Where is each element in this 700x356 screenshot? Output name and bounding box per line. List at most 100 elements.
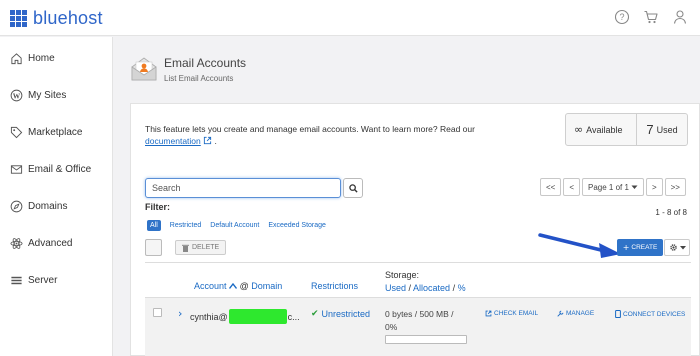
- sidebar-item-my-sites[interactable]: W My Sites: [0, 80, 113, 110]
- envelope-icon: [10, 164, 23, 174]
- storage-percent: 0%: [385, 322, 398, 332]
- used-label: Used: [656, 124, 678, 135]
- external-link-icon: [485, 310, 492, 317]
- check-icon: ✔: [311, 309, 319, 319]
- email-accounts-panel: This feature lets you create and manage …: [130, 103, 700, 356]
- expand-row-icon[interactable]: ›: [178, 307, 182, 320]
- table-row: › cynthia@ c... ✔ Unrestricted 0 bytes /…: [145, 297, 691, 356]
- result-count: 1 - 8 of 8: [655, 208, 687, 217]
- compass-icon: [10, 200, 23, 212]
- sidebar-item-label: Email & Office: [28, 163, 92, 175]
- sidebar-item-label: My Sites: [28, 89, 67, 101]
- sort-up-icon[interactable]: [228, 282, 238, 289]
- search-input[interactable]: [145, 178, 341, 198]
- gear-icon: [669, 244, 677, 251]
- external-link-icon[interactable]: [203, 136, 212, 145]
- last-page-button[interactable]: >>: [664, 178, 686, 196]
- sidebar-item-label: Marketplace: [28, 126, 83, 138]
- sidebar-item-label: Domains: [28, 200, 68, 212]
- usage-summary: ∞ Available 7 Used: [565, 113, 688, 146]
- search-icon: [348, 183, 358, 193]
- pagination: << < Page 1 of 1 > >>: [540, 178, 686, 196]
- help-icon[interactable]: ?: [614, 9, 630, 25]
- sidebar-item-domains[interactable]: Domains: [0, 191, 113, 221]
- logo-text: bluehost: [33, 8, 103, 28]
- filter-options: All Restricted Default Account Exceeded …: [147, 220, 326, 231]
- plus-icon: +: [622, 243, 630, 252]
- connect-devices-button[interactable]: CONNECT DEVICES: [615, 310, 685, 318]
- table-header: Account @ Domain Restrictions Storage: U…: [145, 262, 691, 298]
- percent-sort-link[interactable]: %: [458, 283, 466, 293]
- sidebar-item-label: Server: [28, 274, 58, 286]
- home-icon: [11, 52, 22, 64]
- trash-icon: [182, 244, 189, 252]
- top-bar: bluehost ?: [0, 0, 700, 36]
- documentation-link[interactable]: documentation: [145, 136, 201, 146]
- select-all-checkbox[interactable]: [145, 239, 162, 256]
- first-page-button[interactable]: <<: [540, 178, 562, 196]
- svg-text:W: W: [13, 91, 21, 100]
- next-page-button[interactable]: >: [645, 178, 663, 196]
- settings-dropdown-button[interactable]: [664, 239, 690, 256]
- page-select[interactable]: Page 1 of 1: [582, 178, 644, 196]
- sidebar-item-email-office[interactable]: Email & Office: [0, 154, 113, 184]
- available-count: ∞ Available: [566, 114, 637, 145]
- used-count: 7 Used: [637, 122, 687, 137]
- pointer-arrow-icon: [538, 233, 621, 258]
- row-checkbox[interactable]: [153, 308, 162, 317]
- email-prefix: cynthia@: [190, 311, 228, 322]
- create-button[interactable]: + CREATE: [617, 239, 663, 256]
- server-icon: [11, 276, 22, 284]
- redacted-domain: [228, 309, 287, 324]
- sidebar-item-server[interactable]: Server: [0, 265, 113, 295]
- search-button[interactable]: [343, 178, 363, 198]
- check-email-button[interactable]: CHECK EMAIL: [485, 310, 538, 317]
- restriction-label: Unrestricted: [321, 309, 371, 319]
- svg-text:?: ?: [619, 12, 624, 22]
- delete-label: DELETE: [192, 244, 220, 251]
- user-icon[interactable]: [672, 9, 688, 25]
- filter-label: Filter:: [145, 202, 171, 212]
- description-period: .: [214, 136, 217, 146]
- cart-icon[interactable]: [643, 9, 659, 25]
- filter-restricted[interactable]: Restricted: [170, 222, 202, 229]
- domain-header[interactable]: Domain: [251, 281, 282, 291]
- page-title: Email Accounts: [164, 55, 247, 70]
- email-suffix: c...: [287, 311, 300, 322]
- storage-label: Storage:: [385, 270, 420, 280]
- page-header: Email Accounts List Email Accounts: [130, 55, 246, 83]
- connect-devices-label: CONNECT DEVICES: [623, 310, 686, 318]
- tag-icon: [10, 126, 23, 138]
- sidebar-item-advanced[interactable]: Advanced: [0, 228, 113, 258]
- feature-description: This feature lets you create and manage …: [145, 123, 515, 147]
- restrictions-header[interactable]: Restrictions: [311, 281, 358, 291]
- account-header[interactable]: Account: [194, 281, 227, 291]
- account-email: cynthia@ c...: [190, 309, 300, 324]
- delete-button[interactable]: DELETE: [175, 240, 227, 255]
- sidebar-item-marketplace[interactable]: Marketplace: [0, 117, 113, 147]
- manage-button[interactable]: MANAGE: [557, 310, 594, 317]
- mobile-phone-icon: [615, 310, 621, 318]
- used-number: 7: [646, 122, 654, 137]
- storage-progress-bar: [385, 335, 467, 344]
- storage-usage: 0 bytes / 500 MB / 0%: [385, 308, 454, 334]
- restriction-status[interactable]: ✔ Unrestricted: [311, 309, 370, 319]
- filter-default-account[interactable]: Default Account: [210, 222, 259, 229]
- filter-exceeded-storage[interactable]: Exceeded Storage: [268, 222, 326, 229]
- sidebar: Home W My Sites Marketplace Email & Offi…: [0, 37, 113, 356]
- prev-page-button[interactable]: <: [563, 178, 581, 196]
- account-domain-header[interactable]: Account @ Domain: [194, 281, 282, 291]
- wordpress-icon: W: [10, 89, 23, 101]
- used-sort-link[interactable]: Used: [385, 283, 406, 293]
- create-label: CREATE: [631, 244, 658, 251]
- wrench-icon: [557, 310, 564, 317]
- at-symbol: @: [239, 281, 249, 291]
- atom-icon: [10, 237, 23, 249]
- page-label: Page 1 of 1: [588, 182, 629, 192]
- allocated-sort-link[interactable]: Allocated: [413, 283, 450, 293]
- logo-grid-icon: [10, 10, 27, 27]
- bluehost-logo[interactable]: bluehost: [10, 8, 103, 29]
- sidebar-item-home[interactable]: Home: [0, 43, 113, 73]
- email-accounts-icon: [131, 57, 157, 81]
- filter-all[interactable]: All: [147, 220, 161, 231]
